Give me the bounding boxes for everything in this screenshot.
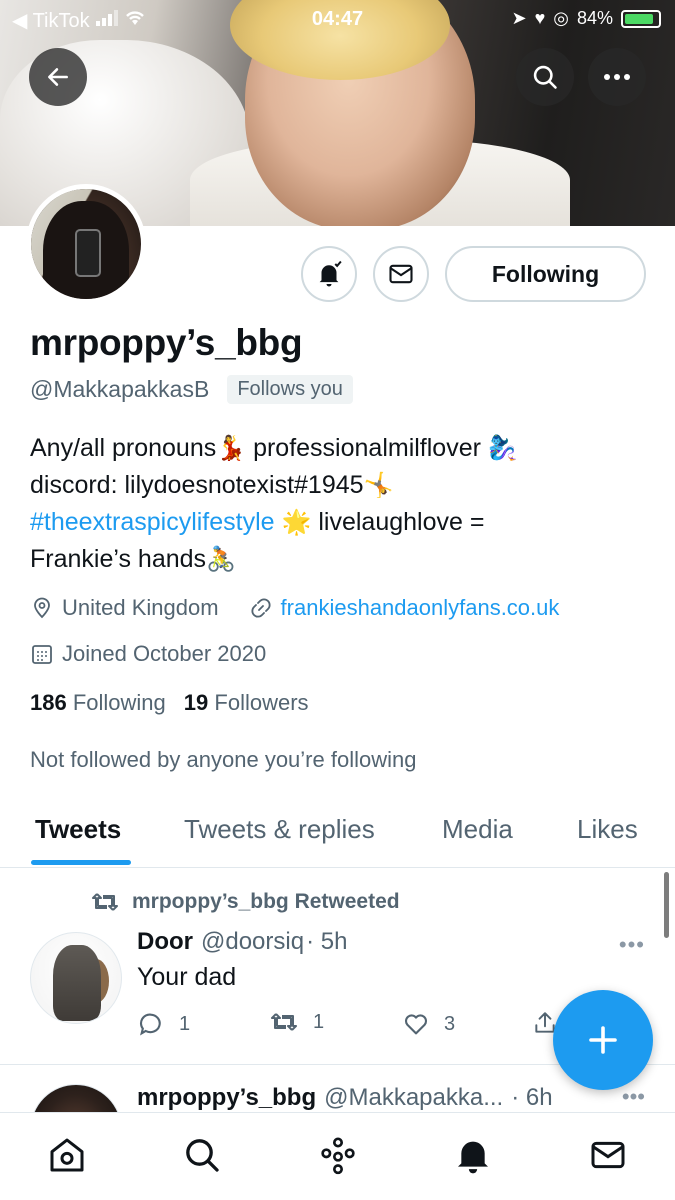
mail-icon: [591, 1141, 625, 1169]
tweet-text: Your dad: [137, 963, 237, 991]
not-followed-notice: Not followed by anyone you’re following: [30, 747, 417, 772]
link-icon: [251, 598, 271, 618]
status-right: ➤ ♥ ◎ 84%: [511, 8, 661, 29]
profile-location: United Kingdom: [62, 595, 219, 620]
tweet-timestamp: · 5h: [306, 928, 348, 955]
tweet-author-handle: @doorsiq: [201, 928, 305, 955]
search-button[interactable]: [516, 48, 574, 106]
retweet-icon: [271, 1013, 297, 1031]
follow-counts: 186 Following 19 Followers: [30, 690, 309, 716]
search-icon: [533, 65, 557, 89]
bell-check-icon: [319, 260, 342, 287]
tweet-header: Door @doorsiq · 5h: [137, 928, 347, 956]
reply-icon: [140, 1013, 161, 1036]
tweet-author-name[interactable]: mrpoppy’s_bbg: [137, 1084, 316, 1112]
followers-count-link[interactable]: 19 Followers: [184, 690, 309, 716]
bio-hashtag-link[interactable]: #theextraspicylifestyle: [30, 508, 275, 536]
status-bar: ◀ TikTok 04:47 ➤ ♥ ◎ 84%: [0, 6, 675, 34]
tweet-actions: 1 1 3: [137, 1010, 557, 1042]
tweet-more-icon[interactable]: •••: [622, 1084, 645, 1110]
joined-date: Joined October 2020: [62, 641, 267, 666]
profile-bio: Any/all pronouns💃 professionalmilflover …: [30, 430, 650, 578]
avatar-phone: [75, 229, 101, 277]
heart-outline-icon: [404, 1014, 428, 1035]
retweet-count: 1: [313, 1010, 325, 1033]
nav-spaces[interactable]: [316, 1133, 360, 1177]
tab-media[interactable]: Media: [442, 814, 513, 845]
tweet-more-icon[interactable]: •••: [619, 932, 645, 958]
calendar-icon: [32, 645, 52, 664]
location-arrow-icon: ➤: [511, 8, 527, 28]
profile-avatar[interactable]: [26, 184, 146, 304]
reply-count: 1: [179, 1012, 191, 1035]
cartwheel-emoji: 🤸: [363, 472, 394, 499]
arrow-left-icon: [48, 68, 68, 86]
bio-line-2: discord: lilydoesnotexist#1945🤸: [30, 471, 394, 499]
retweet-icon: [92, 893, 118, 911]
tab-tweets[interactable]: Tweets: [35, 814, 121, 845]
bottom-navigation: [0, 1112, 675, 1200]
battery-icon: [621, 9, 661, 28]
more-horizontal-icon: [604, 74, 630, 80]
active-tab-indicator: [31, 860, 131, 865]
nav-messages[interactable]: [586, 1133, 630, 1177]
back-button[interactable]: [29, 48, 87, 106]
bio-line-4: Frankie’s hands🚴: [30, 545, 236, 573]
heart-icon: ♥: [534, 8, 546, 28]
message-button[interactable]: [373, 246, 429, 302]
profile-name: mrpoppy’s_bbg: [30, 322, 303, 363]
tweet-header: mrpoppy’s_bbg @Makkapakka... · 6h: [137, 1084, 553, 1112]
dancer-emoji: 💃: [216, 435, 247, 462]
rotation-lock-icon: ◎: [553, 8, 569, 28]
bio-line-1: Any/all pronouns💃 professionalmilflover …: [30, 434, 518, 462]
profile-website-link[interactable]: frankieshandaonlyfans.co.uk: [281, 595, 560, 621]
genie-emoji: 🧞‍♀️: [487, 435, 518, 462]
tweet-timestamp: · 6h: [511, 1084, 553, 1111]
bell-icon: [458, 1141, 488, 1174]
notifications-button[interactable]: [301, 246, 357, 302]
compose-tweet-button[interactable]: [553, 990, 653, 1090]
tweet-author-avatar[interactable]: [30, 932, 122, 1024]
battery-percent: 84%: [576, 8, 613, 28]
home-icon: [50, 1138, 84, 1172]
more-button[interactable]: [588, 48, 646, 106]
plus-icon: [589, 1026, 617, 1054]
tab-likes[interactable]: Likes: [577, 814, 638, 845]
spaces-icon: [321, 1137, 355, 1175]
follows-you-badge: Follows you: [227, 375, 353, 404]
reply-button[interactable]: 1: [137, 1010, 190, 1038]
following-count-link[interactable]: 186 Following: [30, 690, 166, 716]
bio-line-3: #theextraspicylifestyle 🌟 livelaughlove …: [30, 508, 485, 536]
star-emoji: 🌟: [281, 509, 312, 536]
joined-row: Joined October 2020: [30, 641, 266, 667]
tweet-author-name[interactable]: Door: [137, 928, 193, 956]
profile-tabs: Tweets Tweets & replies Media Likes: [0, 800, 675, 868]
nav-home[interactable]: [45, 1133, 89, 1177]
location-website-row: United Kingdom frankieshandaonlyfans.co.…: [30, 595, 559, 621]
nav-notifications[interactable]: [451, 1133, 495, 1177]
retweet-context: mrpoppy’s_bbg Retweeted: [90, 890, 400, 914]
cyclist-emoji: 🚴: [206, 546, 236, 573]
search-icon: [186, 1139, 219, 1172]
tweet-author-handle: @Makkapakka...: [324, 1084, 504, 1111]
profile-handle: @MakkapakkasB: [30, 376, 210, 402]
mail-icon: [389, 264, 413, 284]
avatar-dinosaur: [53, 945, 101, 1021]
following-button[interactable]: Following: [445, 246, 646, 302]
following-button-label: Following: [491, 260, 600, 287]
tab-tweets-replies[interactable]: Tweets & replies: [184, 814, 375, 845]
retweet-button[interactable]: 1: [269, 1010, 324, 1034]
handle-row: @MakkapakkasB Follows you: [30, 375, 353, 404]
location-pin-icon: [34, 597, 50, 619]
like-button[interactable]: 3: [402, 1010, 455, 1038]
like-count: 3: [444, 1012, 456, 1035]
nav-explore[interactable]: [180, 1133, 224, 1177]
